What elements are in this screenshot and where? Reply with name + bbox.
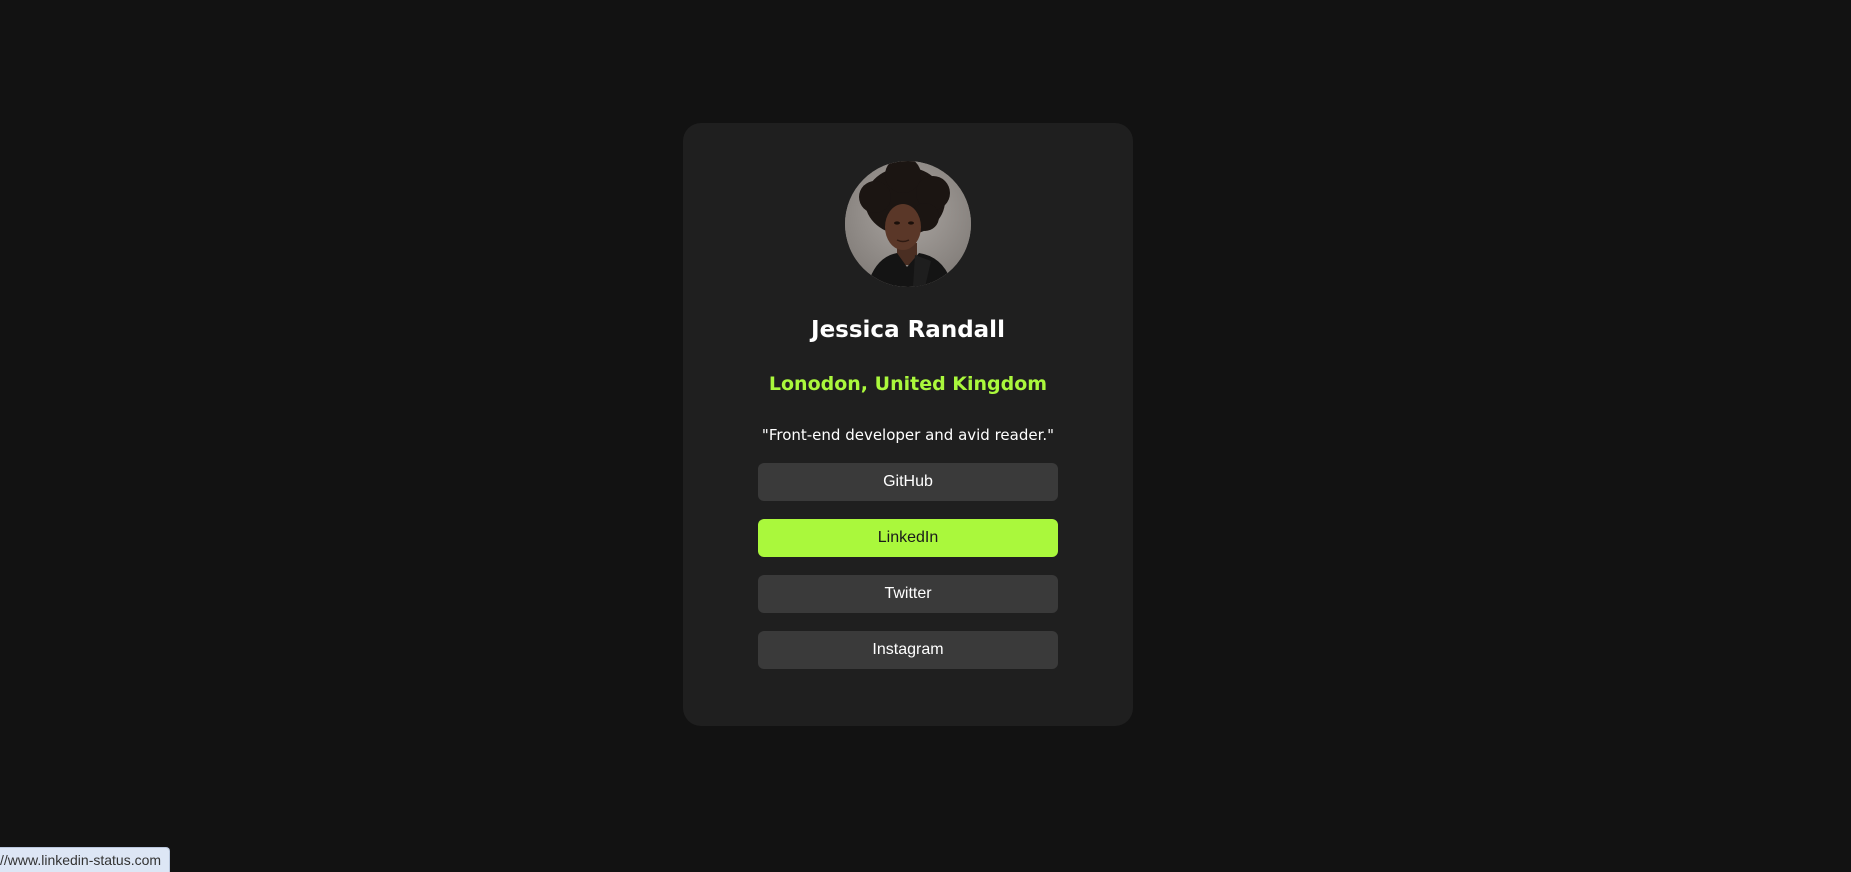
profile-card: Jessica Randall Lonodon, United Kingdom … [683,123,1133,726]
twitter-link-button[interactable]: Twitter [758,575,1058,613]
instagram-link-button[interactable]: Instagram [758,631,1058,669]
github-link-button[interactable]: GitHub [758,463,1058,501]
avatar-photo [845,161,971,287]
profile-location: Lonodon, United Kingdom [768,373,1048,395]
social-links: GitHub LinkedIn Twitter Instagram [758,463,1058,687]
avatar [845,161,971,287]
browser-status-bar: //www.linkedin-status.com [0,847,171,872]
page: Jessica Randall Lonodon, United Kingdom … [0,0,1851,872]
linkedin-link-button[interactable]: LinkedIn [758,519,1058,557]
profile-bio: "Front-end developer and avid reader." [761,426,1055,444]
profile-name: Jessica Randall [811,317,1005,343]
